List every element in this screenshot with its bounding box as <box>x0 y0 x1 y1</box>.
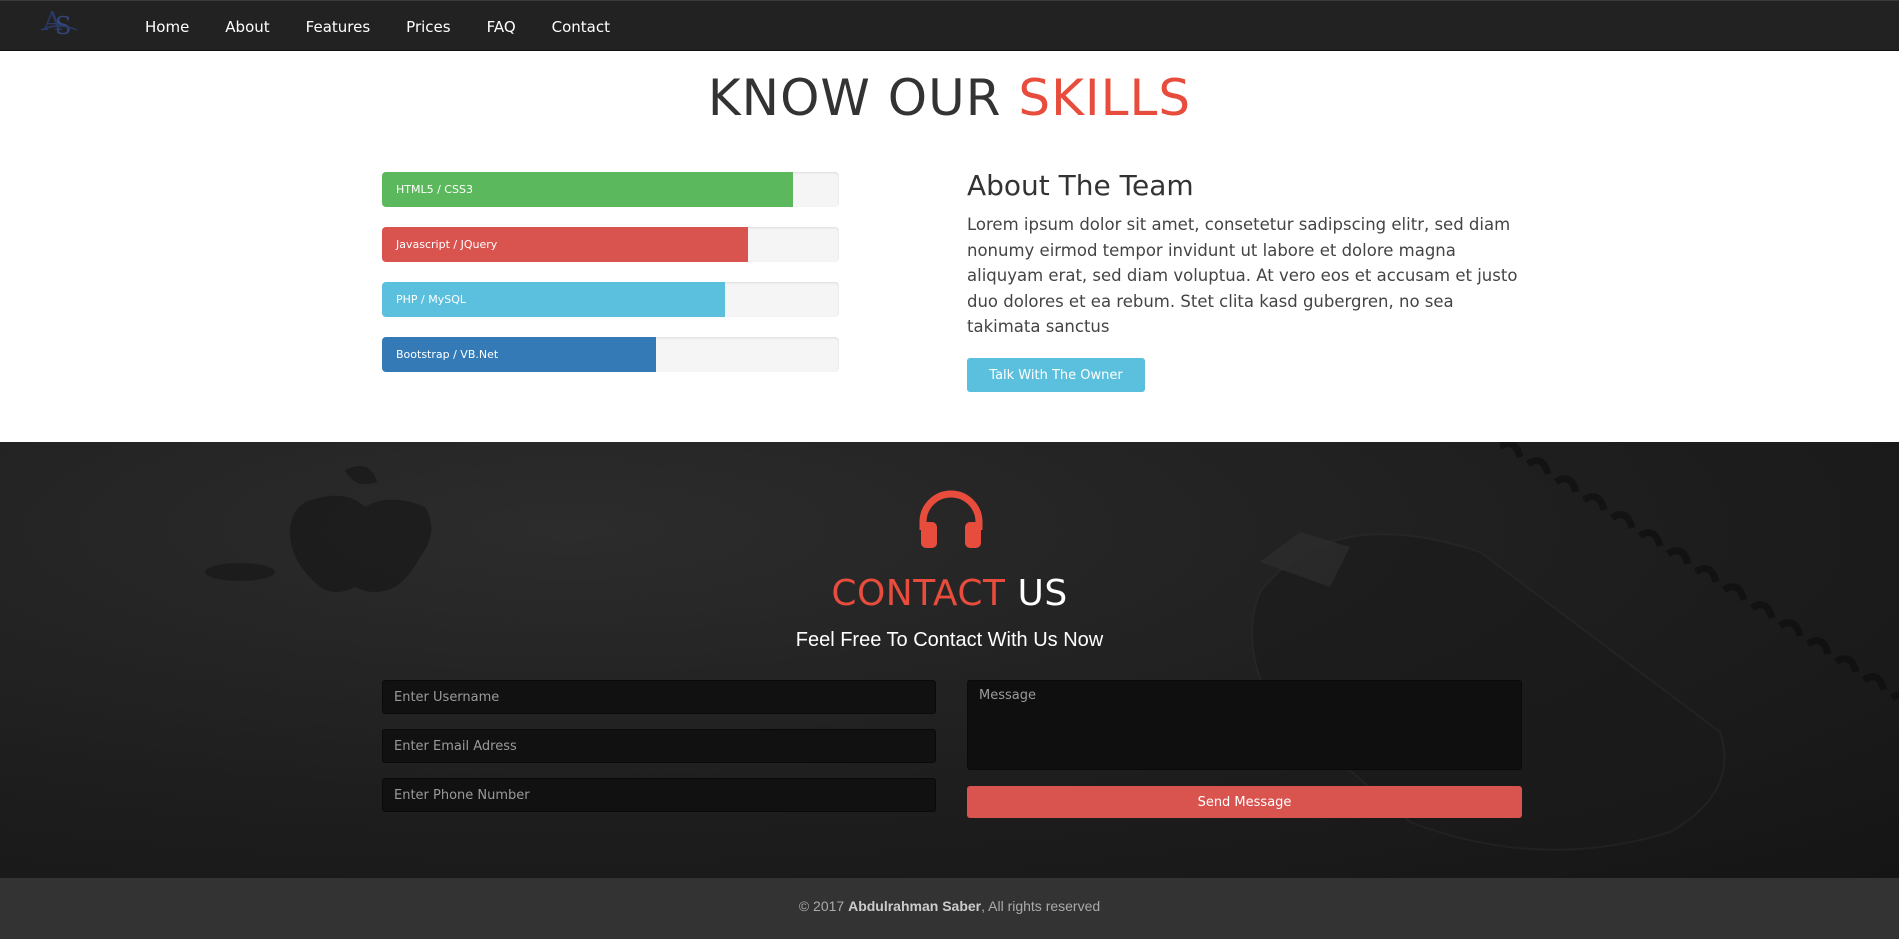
footer-rights: , All rights reserved <box>981 898 1101 914</box>
contact-section: CONTACT US Feel Free To Contact With Us … <box>0 442 1899 878</box>
skill-progress-php: PHP / MySQL <box>382 282 839 317</box>
skills-title-accent: SKILLS <box>1018 69 1192 127</box>
talk-with-owner-button[interactable]: Talk With The Owner <box>967 358 1145 392</box>
message-textarea[interactable] <box>967 680 1522 770</box>
navbar: A S Home About Features Prices FAQ Conta… <box>0 0 1899 51</box>
skill-bar-fill: Javascript / JQuery <box>382 227 748 262</box>
contact-subtitle: Feel Free To Contact With Us Now <box>795 629 1104 651</box>
team-title: About The Team <box>967 169 1194 202</box>
skill-bar-fill: PHP / MySQL <box>382 282 725 317</box>
email-input[interactable] <box>382 729 936 763</box>
skill-progress-javascript: Javascript / JQuery <box>382 227 839 262</box>
skill-progress-bootstrap: Bootstrap / VB.Net <box>382 337 839 372</box>
nav-link-faq[interactable]: FAQ <box>487 18 516 36</box>
nav-link-contact[interactable]: Contact <box>552 18 610 36</box>
nav-link-about[interactable]: About <box>225 18 269 36</box>
footer: © 2017 Abdulrahman Saber, All rights res… <box>0 878 1899 939</box>
skill-bar-fill: Bootstrap / VB.Net <box>382 337 657 372</box>
skill-bar-fill: HTML5 / CSS3 <box>382 172 794 207</box>
team-description: Lorem ipsum dolor sit amet, consetetur s… <box>967 215 1518 336</box>
skills-section: KNOW OUR SKILLS HTML5 / CSS3 Javascript … <box>0 51 1899 442</box>
headphones-icon <box>919 490 983 548</box>
send-message-button[interactable]: Send Message <box>967 786 1522 818</box>
skills-title-main: KNOW OUR <box>707 69 1019 127</box>
contact-title-main: US <box>1005 573 1068 614</box>
skills-title: KNOW OUR SKILLS <box>0 69 1899 127</box>
skill-progress-html: HTML5 / CSS3 <box>382 172 839 207</box>
nav-links: Home About Features Prices FAQ Contact <box>145 1 646 52</box>
username-input[interactable] <box>382 680 936 714</box>
logo-icon[interactable]: A S <box>37 4 81 48</box>
nav-link-prices[interactable]: Prices <box>406 18 450 36</box>
phone-input[interactable] <box>382 778 936 812</box>
nav-link-features[interactable]: Features <box>306 18 371 36</box>
contact-title-accent: CONTACT <box>831 573 1006 614</box>
contact-title: CONTACT US <box>0 573 1899 614</box>
footer-author: Abdulrahman Saber <box>848 898 982 914</box>
nav-link-home[interactable]: Home <box>145 18 189 36</box>
footer-copyright: © 2017 <box>798 898 849 914</box>
